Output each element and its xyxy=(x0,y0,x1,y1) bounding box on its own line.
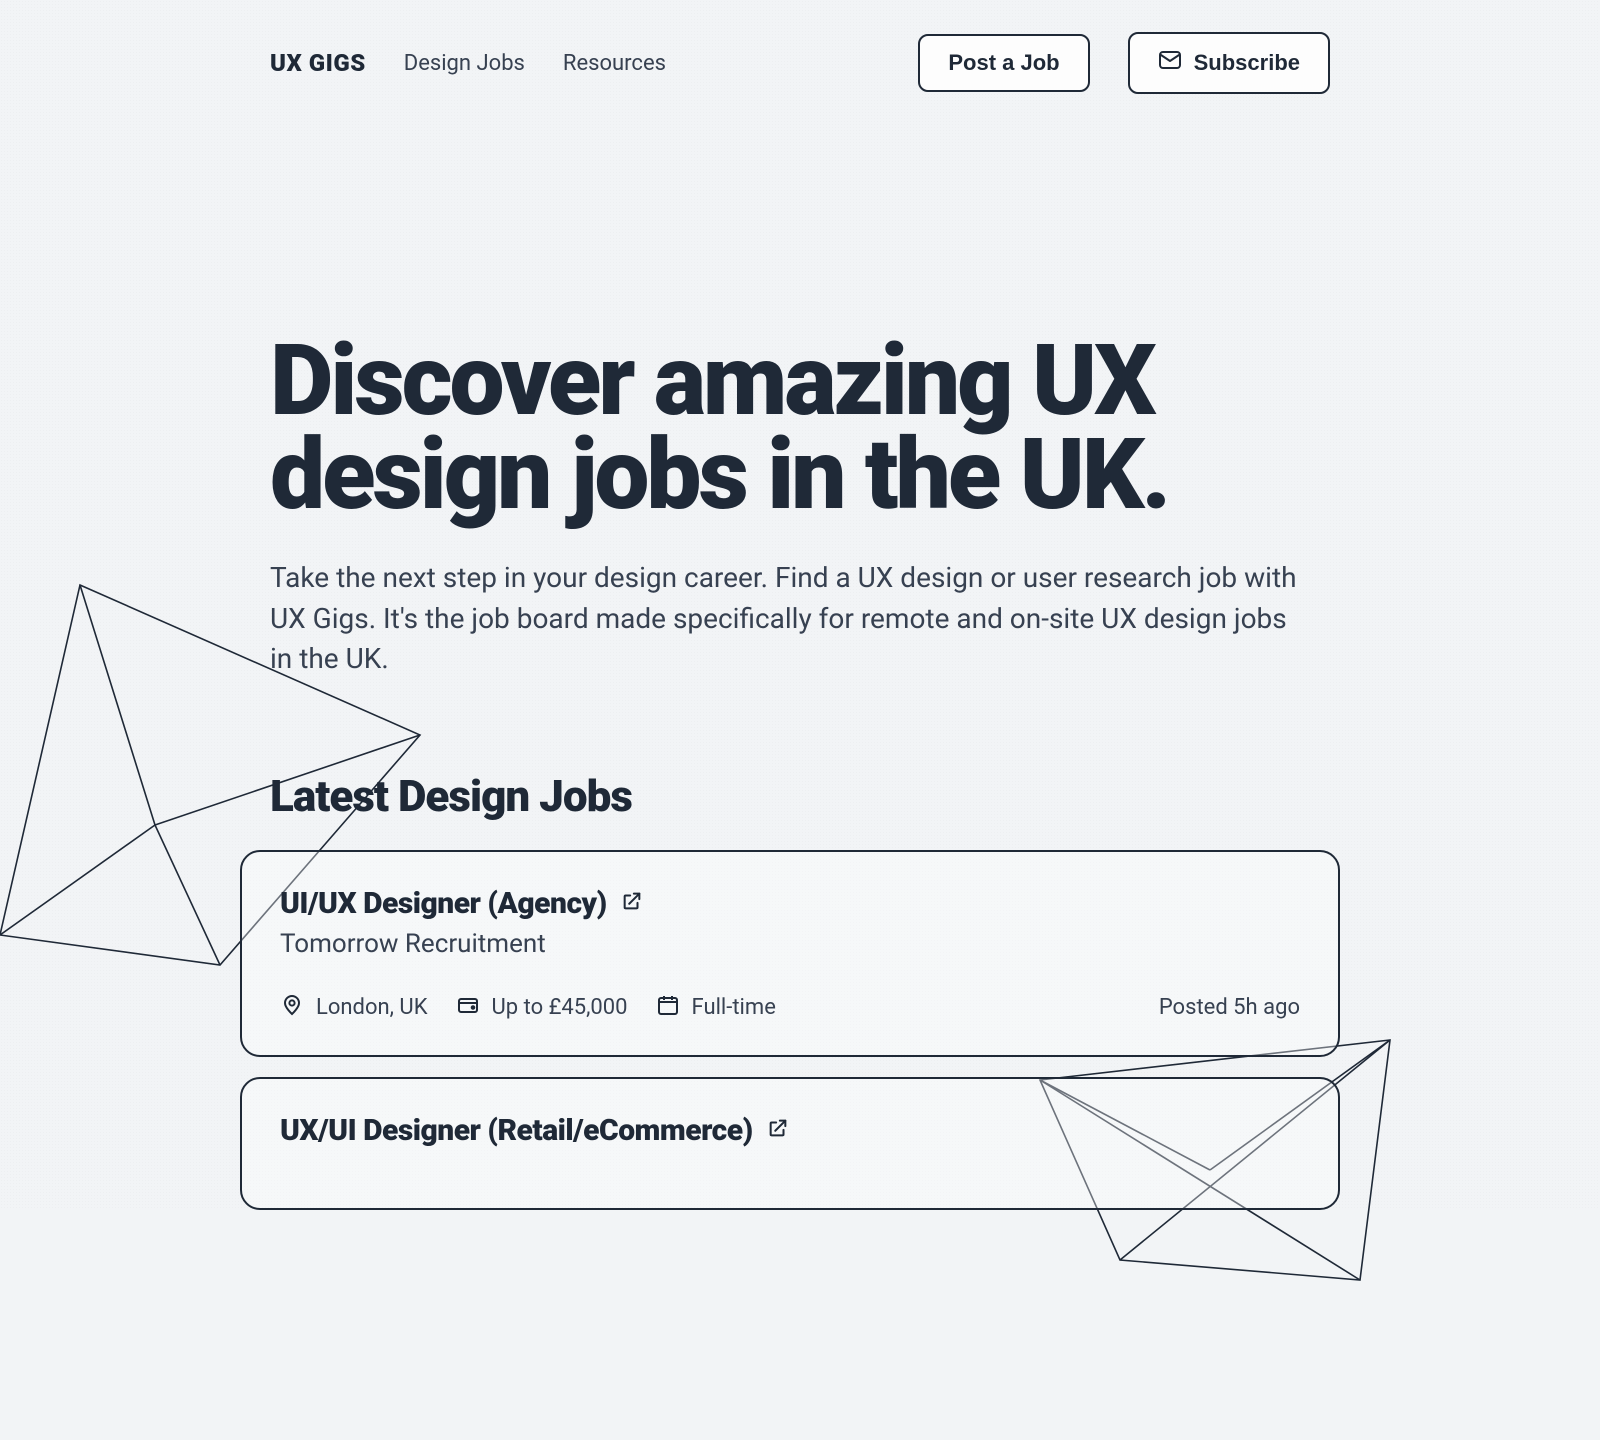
pin-icon xyxy=(280,993,304,1023)
external-link-icon xyxy=(767,1117,789,1143)
hero-subtitle: Take the next step in your design career… xyxy=(270,558,1310,680)
calendar-icon xyxy=(656,993,680,1023)
wallet-icon xyxy=(456,993,480,1023)
nav-design-jobs[interactable]: Design Jobs xyxy=(404,51,525,76)
job-posted: Posted 5h ago xyxy=(1159,995,1300,1020)
post-a-job-button[interactable]: Post a Job xyxy=(918,34,1089,92)
hero-title: Discover amazing UX design jobs in the U… xyxy=(270,334,1330,522)
job-card[interactable]: UX/UI Designer (Retail/eCommerce) xyxy=(240,1077,1340,1210)
mail-icon xyxy=(1158,48,1182,78)
job-meta-row: London, UK Up to £45,000 Full-time Poste… xyxy=(280,993,1300,1023)
logo[interactable]: UX GIGS xyxy=(270,49,366,77)
subscribe-button[interactable]: Subscribe xyxy=(1128,32,1330,94)
nav-resources[interactable]: Resources xyxy=(563,51,666,76)
primary-nav: Design Jobs Resources xyxy=(404,51,666,76)
job-company: Tomorrow Recruitment xyxy=(280,929,1300,959)
job-location: London, UK xyxy=(280,993,428,1023)
job-title: UI/UX Designer (Agency) xyxy=(280,886,607,921)
section-heading-latest-jobs: Latest Design Jobs xyxy=(270,770,1330,822)
job-type: Full-time xyxy=(656,993,776,1023)
job-title: UX/UI Designer (Retail/eCommerce) xyxy=(280,1113,753,1148)
job-card[interactable]: UI/UX Designer (Agency) Tomorrow Recruit… xyxy=(240,850,1340,1057)
subscribe-label: Subscribe xyxy=(1194,50,1300,76)
site-header: UX GIGS Design Jobs Resources Post a Job… xyxy=(270,0,1330,94)
job-salary: Up to £45,000 xyxy=(456,993,628,1023)
external-link-icon xyxy=(621,890,643,916)
post-a-job-label: Post a Job xyxy=(948,50,1059,76)
